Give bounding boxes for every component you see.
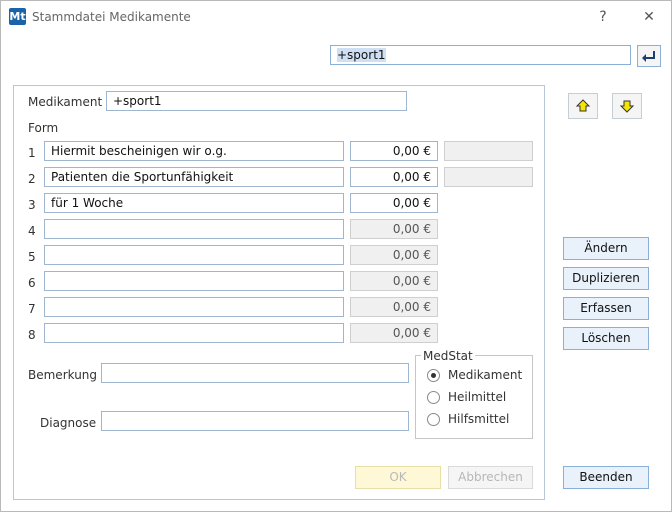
abbrechen-button[interactable]: Abbrechen xyxy=(448,466,533,489)
arrow-down-icon xyxy=(619,100,635,113)
aendern-button[interactable]: Ändern xyxy=(563,237,649,260)
radio-medikament-button[interactable] xyxy=(427,369,440,382)
search-enter-button[interactable] xyxy=(637,45,661,67)
duplizieren-button[interactable]: Duplizieren xyxy=(563,267,649,290)
row-number: 2 xyxy=(28,172,36,186)
beenden-button[interactable]: Beenden xyxy=(563,466,649,489)
move-up-button[interactable] xyxy=(568,93,598,119)
price-1-input[interactable]: 0,00 € xyxy=(350,141,438,161)
row-number: 7 xyxy=(28,302,36,316)
search-input[interactable]: +sport1 xyxy=(330,45,631,65)
title-bar: Mt Stammdatei Medikamente ? ✕ xyxy=(1,1,671,33)
search-input-value: +sport1 xyxy=(337,48,386,62)
window-title: Stammdatei Medikamente xyxy=(32,10,191,24)
bemerkung-input[interactable] xyxy=(101,363,409,383)
form-line-7-input[interactable] xyxy=(44,297,344,317)
price-6-input: 0,00 € xyxy=(350,271,438,291)
medstat-title: MedStat xyxy=(421,349,475,363)
diagnose-input[interactable] xyxy=(101,411,409,431)
app-icon: Mt xyxy=(9,8,26,25)
form-line-4-input[interactable] xyxy=(44,219,344,239)
extra-2-field xyxy=(444,167,533,187)
radio-heilmittel-label: Heilmittel xyxy=(448,390,507,404)
form-line-1-input[interactable]: Hiermit bescheinigen wir o.g. xyxy=(44,141,344,161)
radio-medikament-label: Medikament xyxy=(448,368,523,382)
move-down-button[interactable] xyxy=(612,93,642,119)
form-line-2-input[interactable]: Patienten die Sportunfähigkeit xyxy=(44,167,344,187)
row-number: 6 xyxy=(28,276,36,290)
row-number: 3 xyxy=(28,198,36,212)
medikament-label: Medikament xyxy=(28,95,103,109)
form-label: Form xyxy=(28,121,59,135)
form-line-6-input[interactable] xyxy=(44,271,344,291)
bemerkung-label: Bemerkung xyxy=(28,368,98,382)
row-number: 4 xyxy=(28,224,36,238)
loeschen-button[interactable]: Löschen xyxy=(563,327,649,350)
ok-button[interactable]: OK xyxy=(355,466,441,489)
row-number: 8 xyxy=(28,328,36,342)
return-arrow-icon xyxy=(642,51,655,62)
price-2-input[interactable]: 0,00 € xyxy=(350,167,438,187)
extra-1-field xyxy=(444,141,533,161)
row-number: 5 xyxy=(28,250,36,264)
price-4-input: 0,00 € xyxy=(350,219,438,239)
price-7-input: 0,00 € xyxy=(350,297,438,317)
main-window: Mt Stammdatei Medikamente ? ✕ +sport1 Me… xyxy=(0,0,672,512)
price-8-input: 0,00 € xyxy=(350,323,438,343)
erfassen-button[interactable]: Erfassen xyxy=(563,297,649,320)
radio-hilfsmittel-button[interactable] xyxy=(427,413,440,426)
help-button[interactable]: ? xyxy=(593,7,613,27)
price-5-input: 0,00 € xyxy=(350,245,438,265)
medikament-input[interactable]: +sport1 xyxy=(106,91,407,111)
price-3-input[interactable]: 0,00 € xyxy=(350,193,438,213)
close-button[interactable]: ✕ xyxy=(639,7,659,27)
arrow-up-icon xyxy=(575,99,591,112)
row-number: 1 xyxy=(28,146,36,160)
diagnose-label: Diagnose xyxy=(40,416,97,430)
radio-heilmittel-button[interactable] xyxy=(427,391,440,404)
radio-hilfsmittel-label: Hilfsmittel xyxy=(448,412,510,426)
form-line-3-input[interactable]: für 1 Woche xyxy=(44,193,344,213)
form-line-5-input[interactable] xyxy=(44,245,344,265)
form-line-8-input[interactable] xyxy=(44,323,344,343)
